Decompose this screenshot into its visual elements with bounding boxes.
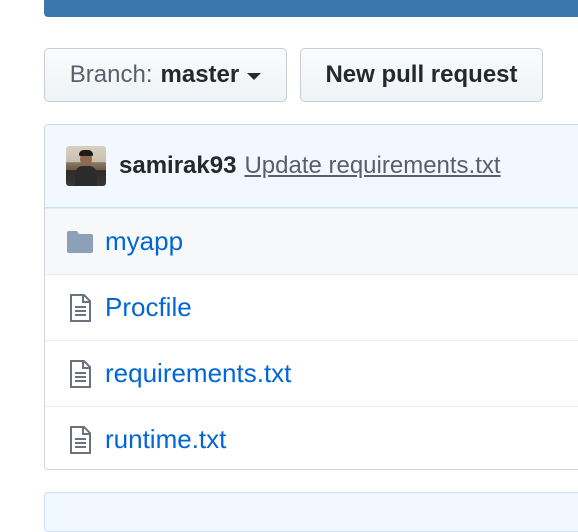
branch-name: master xyxy=(160,61,240,88)
readme-header xyxy=(44,492,578,532)
commit-message-link[interactable]: Update requirements.txt xyxy=(244,152,500,180)
repo-header-bar xyxy=(44,0,578,17)
file-name-link[interactable]: Procfile xyxy=(105,292,192,323)
file-icon xyxy=(66,359,94,388)
folder-icon xyxy=(66,228,94,256)
avatar[interactable] xyxy=(66,146,106,186)
branch-label: Branch: xyxy=(69,61,153,88)
new-pull-request-button[interactable]: New pull request xyxy=(300,48,543,102)
caret-down-icon xyxy=(247,73,262,80)
file-icon xyxy=(66,425,94,454)
branch-select-button[interactable]: Branch: master xyxy=(44,48,287,102)
file-list: samirak93 Update requirements.txt myapp … xyxy=(44,124,578,470)
latest-commit-bar: samirak93 Update requirements.txt xyxy=(45,125,578,208)
file-row-myapp[interactable]: myapp xyxy=(45,208,578,274)
file-name-link[interactable]: myapp xyxy=(105,226,183,257)
file-icon xyxy=(66,293,94,322)
file-row-procfile[interactable]: Procfile xyxy=(45,274,578,340)
commit-author[interactable]: samirak93 xyxy=(119,152,236,180)
file-name-link[interactable]: requirements.txt xyxy=(105,358,291,389)
file-name-link[interactable]: runtime.txt xyxy=(105,424,226,455)
file-row-runtime[interactable]: runtime.txt xyxy=(45,406,578,469)
file-row-requirements[interactable]: requirements.txt xyxy=(45,340,578,406)
